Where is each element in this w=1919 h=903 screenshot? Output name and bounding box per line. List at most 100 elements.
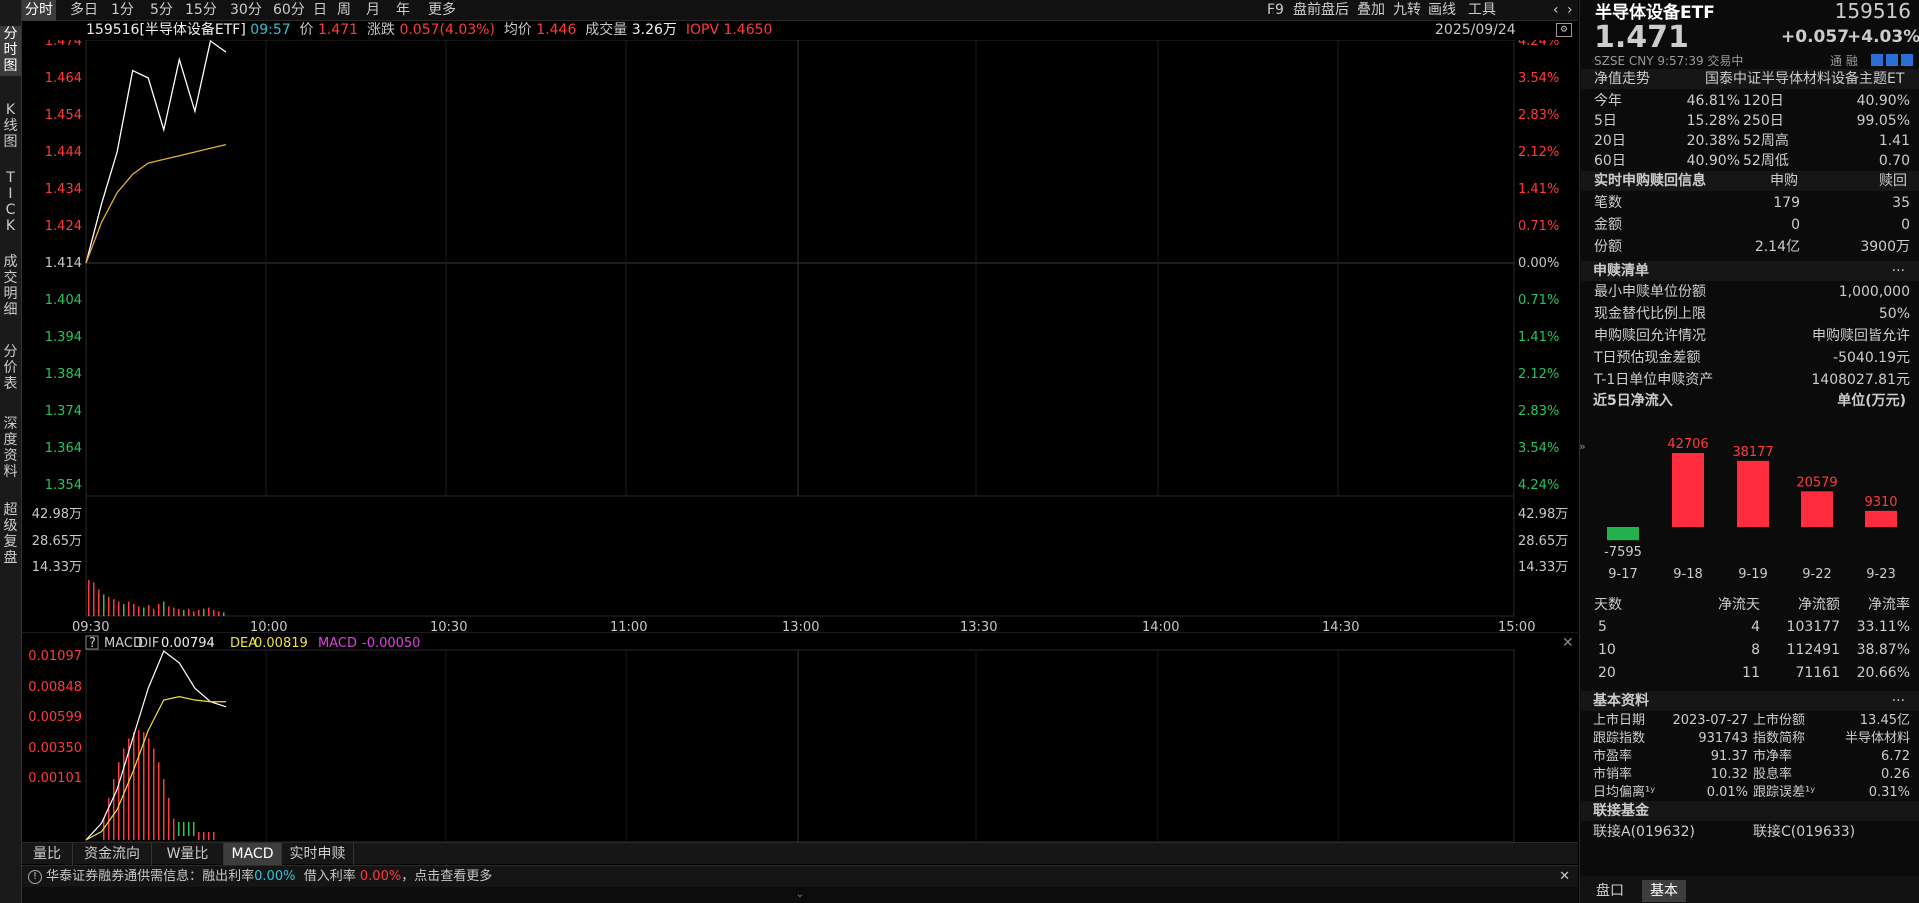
plus-icon[interactable] xyxy=(1901,54,1913,66)
security-code-name: 159516[半导体设备ETF] xyxy=(86,22,246,38)
change-label: 涨跌 xyxy=(367,22,395,38)
pct-tick-label: 2.83% xyxy=(1518,108,1559,123)
panel-tab-0[interactable]: 盘口 xyxy=(1588,880,1632,902)
tool-3[interactable]: 九转 xyxy=(1390,0,1424,21)
indicator-tab-4[interactable]: 实时申赎 xyxy=(282,843,354,865)
tool-5[interactable]: 工具 xyxy=(1465,0,1499,21)
expand-chevron-icon[interactable]: ⌄ xyxy=(22,887,1578,903)
indicator-tab-1[interactable]: 资金流向 xyxy=(73,843,152,865)
sgqd-value: 1,000,000 xyxy=(1838,284,1910,300)
close-icon[interactable]: ✕ xyxy=(1559,866,1570,888)
volume-bar xyxy=(148,605,150,616)
macd-help-icon[interactable]: ? xyxy=(89,636,96,651)
basic-more-icon[interactable]: ··· xyxy=(1892,692,1905,710)
indicator-tab-2[interactable]: W量比 xyxy=(152,843,224,865)
sgqd-label: 申购赎回允许情况 xyxy=(1594,328,1706,344)
period-tab-7[interactable]: 日 xyxy=(310,0,330,21)
period-tab-3[interactable]: 5分 xyxy=(147,0,176,21)
fund-meta: SZSE CNY 9:57:39 交易中 xyxy=(1594,54,1744,68)
notice-bar[interactable]: ! 华泰证券融券通供需信息：融出利率0.00% 借入利率 0.00%，点击查看更… xyxy=(22,865,1578,887)
left-tab-3[interactable]: 成交明细 xyxy=(0,254,21,330)
perf-value-2: 40.90% xyxy=(1856,93,1910,109)
collapse-icon[interactable]: » xyxy=(1579,440,1587,453)
time-tick-label: 13:00 xyxy=(782,620,819,632)
basic-label: 市销率 xyxy=(1593,767,1633,782)
volume-bar xyxy=(198,610,200,616)
left-tab-2[interactable]: TICK xyxy=(0,170,21,238)
left-tab-4[interactable]: 分价表 xyxy=(0,344,21,402)
basic-value-2: 0.26 xyxy=(1881,767,1910,782)
pct-tick-label: 3.54% xyxy=(1518,441,1559,456)
period-tab-1[interactable]: 多日 xyxy=(67,0,101,21)
link-fund-c[interactable]: 联接C(019633) xyxy=(1753,823,1855,841)
period-tab-2[interactable]: 1分 xyxy=(108,0,137,21)
perf-label-2: 120日 xyxy=(1743,93,1784,109)
inflow-bar xyxy=(1801,491,1833,527)
basic-label-2: 股息率 xyxy=(1753,767,1793,782)
left-tab-5[interactable]: 深度资料 xyxy=(0,416,21,488)
prev-icon[interactable]: ‹ xyxy=(1550,0,1562,21)
flow-header: 净流率 xyxy=(1868,597,1910,613)
panel-tab-1[interactable]: 基本 xyxy=(1642,880,1686,902)
link-fund-a[interactable]: 联接A(019632) xyxy=(1593,823,1695,841)
volume-tick-label-right: 14.33万 xyxy=(1518,560,1568,575)
indicator-tab-0[interactable]: 量比 xyxy=(22,843,73,865)
tool-0[interactable]: F9 xyxy=(1264,0,1287,21)
flow-cell: 11 xyxy=(1742,665,1760,681)
sgqd-title: 申赎清单 xyxy=(1593,263,1649,279)
sgqd-value: 申购赎回皆允许 xyxy=(1812,328,1910,344)
macd-close-icon[interactable]: ✕ xyxy=(1562,635,1574,651)
left-tab-6[interactable]: 超级复盘 xyxy=(0,502,21,582)
edit-icon[interactable] xyxy=(1871,54,1883,66)
sg-row-label: 份额 xyxy=(1594,239,1622,255)
tool-1[interactable]: 盘前盘后 xyxy=(1290,0,1352,21)
volume-bar xyxy=(128,601,130,616)
flow-header: 净流额 xyxy=(1798,597,1840,613)
left-tab-char: 分 xyxy=(3,26,18,42)
price-label: 价 xyxy=(299,22,314,38)
perf-label-2: 250日 xyxy=(1743,113,1784,129)
sg-title: 实时申购赎回信息 xyxy=(1594,173,1706,189)
macd-hist-bar xyxy=(188,822,190,836)
volume-bar xyxy=(113,599,115,616)
period-tab-6[interactable]: 60分 xyxy=(270,0,308,21)
perf-value-2: 99.05% xyxy=(1856,113,1910,129)
volume-bar xyxy=(123,604,125,616)
flow-cell: 10 xyxy=(1598,642,1616,658)
avg-label: 均价 xyxy=(503,22,532,38)
left-tab-0[interactable]: 分时图 xyxy=(0,26,21,76)
left-tab-char: 明 xyxy=(3,286,18,302)
left-tab-1[interactable]: K线图 xyxy=(0,102,21,160)
macd-hist-bar xyxy=(148,738,150,840)
period-tab-4[interactable]: 15分 xyxy=(182,0,220,21)
flow-cell: 5 xyxy=(1598,619,1607,635)
period-tab-5[interactable]: 30分 xyxy=(227,0,265,21)
nav-label[interactable]: 净值走势 xyxy=(1594,70,1650,88)
period-tab-10[interactable]: 年 xyxy=(393,0,413,21)
period-tab-8[interactable]: 周 xyxy=(334,0,354,21)
period-tab-0[interactable]: 分时 xyxy=(22,0,56,21)
volume-bar xyxy=(93,582,95,616)
period-tab-11[interactable]: 更多 xyxy=(425,0,459,21)
volume-tick-label-right: 42.98万 xyxy=(1518,507,1568,522)
link-title: 联接基金 xyxy=(1593,803,1649,819)
notice-rate1: 0.00% xyxy=(254,869,296,884)
minus-icon[interactable] xyxy=(1886,54,1898,66)
quote-time: 09:57 xyxy=(250,22,291,38)
volume-bar xyxy=(183,610,185,616)
period-tab-9[interactable]: 月 xyxy=(363,0,383,21)
settings-icon[interactable]: ⚙ xyxy=(1556,23,1572,37)
sgqd-more-icon[interactable]: ··· xyxy=(1892,262,1905,280)
flow-cell: 8 xyxy=(1751,642,1760,658)
tool-4[interactable]: 画线 xyxy=(1425,0,1459,21)
left-tab-char: 复 xyxy=(3,534,18,550)
indicator-tab-3[interactable]: MACD xyxy=(224,843,282,865)
basic-value-2: 13.45亿 xyxy=(1859,713,1910,728)
macd-tick-label: 0.01097 xyxy=(28,649,82,664)
next-icon[interactable]: › xyxy=(1564,0,1576,21)
left-tab-char: 时 xyxy=(3,42,18,58)
fund-price: 1.471 xyxy=(1594,20,1689,55)
perf-label: 60日 xyxy=(1594,153,1626,169)
macd-hist-bar xyxy=(108,797,110,840)
tool-2[interactable]: 叠加 xyxy=(1354,0,1388,21)
